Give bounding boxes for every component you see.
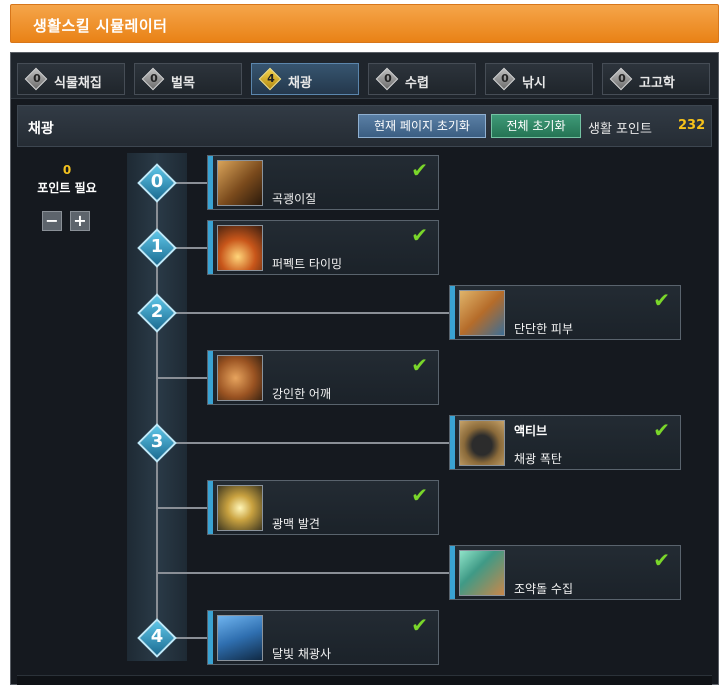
check-icon: ✔ (653, 418, 670, 442)
strong-shoulder-icon (217, 355, 263, 401)
vein-discovery-icon (217, 485, 263, 531)
skill-name: 광맥 발견 (272, 517, 320, 531)
perfect-timing-icon (217, 225, 263, 271)
check-icon: ✔ (411, 353, 428, 377)
check-icon: ✔ (411, 613, 428, 637)
check-icon: ✔ (653, 288, 670, 312)
level-number: 2 (150, 301, 164, 322)
level-number: 0 (150, 171, 164, 192)
card-accent-bar (450, 416, 455, 469)
level-marker-0: 0 (137, 163, 177, 203)
skill-card-strong-shoulder[interactable]: ✔ 강인한 어깨 (207, 350, 439, 405)
skill-card-pebble-collect[interactable]: ✔ 조약돌 수집 (449, 545, 681, 600)
hard-skin-icon (459, 290, 505, 336)
simulator-page: 생활스킬 시뮬레이터 0 식물채집 0 벌목 4 채광 0 수렵 0 낚시 0 … (0, 0, 727, 685)
level-marker-2: 2 (137, 293, 177, 333)
title-bar: 생활스킬 시뮬레이터 (10, 4, 719, 43)
skill-name: 곡괭이질 (272, 192, 317, 206)
card-accent-bar (450, 546, 455, 599)
skill-name: 퍼펙트 타이밍 (272, 257, 343, 271)
skill-card-moonlight-miner[interactable]: ✔ 달빛 채광사 (207, 610, 439, 665)
skill-card-perfect-timing[interactable]: ✔ 퍼펙트 타이밍 (207, 220, 439, 275)
card-accent-bar (208, 156, 213, 209)
bottom-strip (17, 675, 712, 685)
level-marker-1: 1 (137, 228, 177, 268)
check-icon: ✔ (411, 158, 428, 182)
card-accent-bar (208, 221, 213, 274)
skill-card-vein-discovery[interactable]: ✔ 광맥 발견 (207, 480, 439, 535)
level-number: 3 (150, 431, 164, 452)
level-number: 1 (150, 236, 164, 257)
level-marker-4: 4 (137, 618, 177, 658)
level-number: 4 (150, 626, 164, 647)
card-accent-bar (208, 611, 213, 664)
mining-bomb-icon (459, 420, 505, 466)
skill-name: 채광 폭탄 (514, 452, 562, 466)
skill-card-pickaxe-swing[interactable]: ✔ 곡괭이질 (207, 155, 439, 210)
card-accent-bar (208, 351, 213, 404)
level-marker-3: 3 (137, 423, 177, 463)
check-icon: ✔ (653, 548, 670, 572)
main-panel: 0 식물채집 0 벌목 4 채광 0 수렵 0 낚시 0 고고학 채광 현재 페… (10, 52, 719, 685)
app-title: 생활스킬 시뮬레이터 (33, 17, 168, 35)
active-skill-tag: 액티브 (514, 424, 548, 438)
skill-card-mining-bomb[interactable]: ✔ 액티브 채광 폭탄 (449, 415, 681, 470)
skill-name: 단단한 피부 (514, 322, 574, 336)
skill-name: 조약돌 수집 (514, 582, 574, 596)
pickaxe-swing-icon (217, 160, 263, 206)
check-icon: ✔ (411, 483, 428, 507)
card-accent-bar (208, 481, 213, 534)
skill-name: 달빛 채광사 (272, 647, 332, 661)
skill-card-hard-skin[interactable]: ✔ 단단한 피부 (449, 285, 681, 340)
skill-name: 강인한 어깨 (272, 387, 332, 401)
moonlight-miner-icon (217, 615, 263, 661)
check-icon: ✔ (411, 223, 428, 247)
card-accent-bar (450, 286, 455, 339)
pebble-collect-icon (459, 550, 505, 596)
